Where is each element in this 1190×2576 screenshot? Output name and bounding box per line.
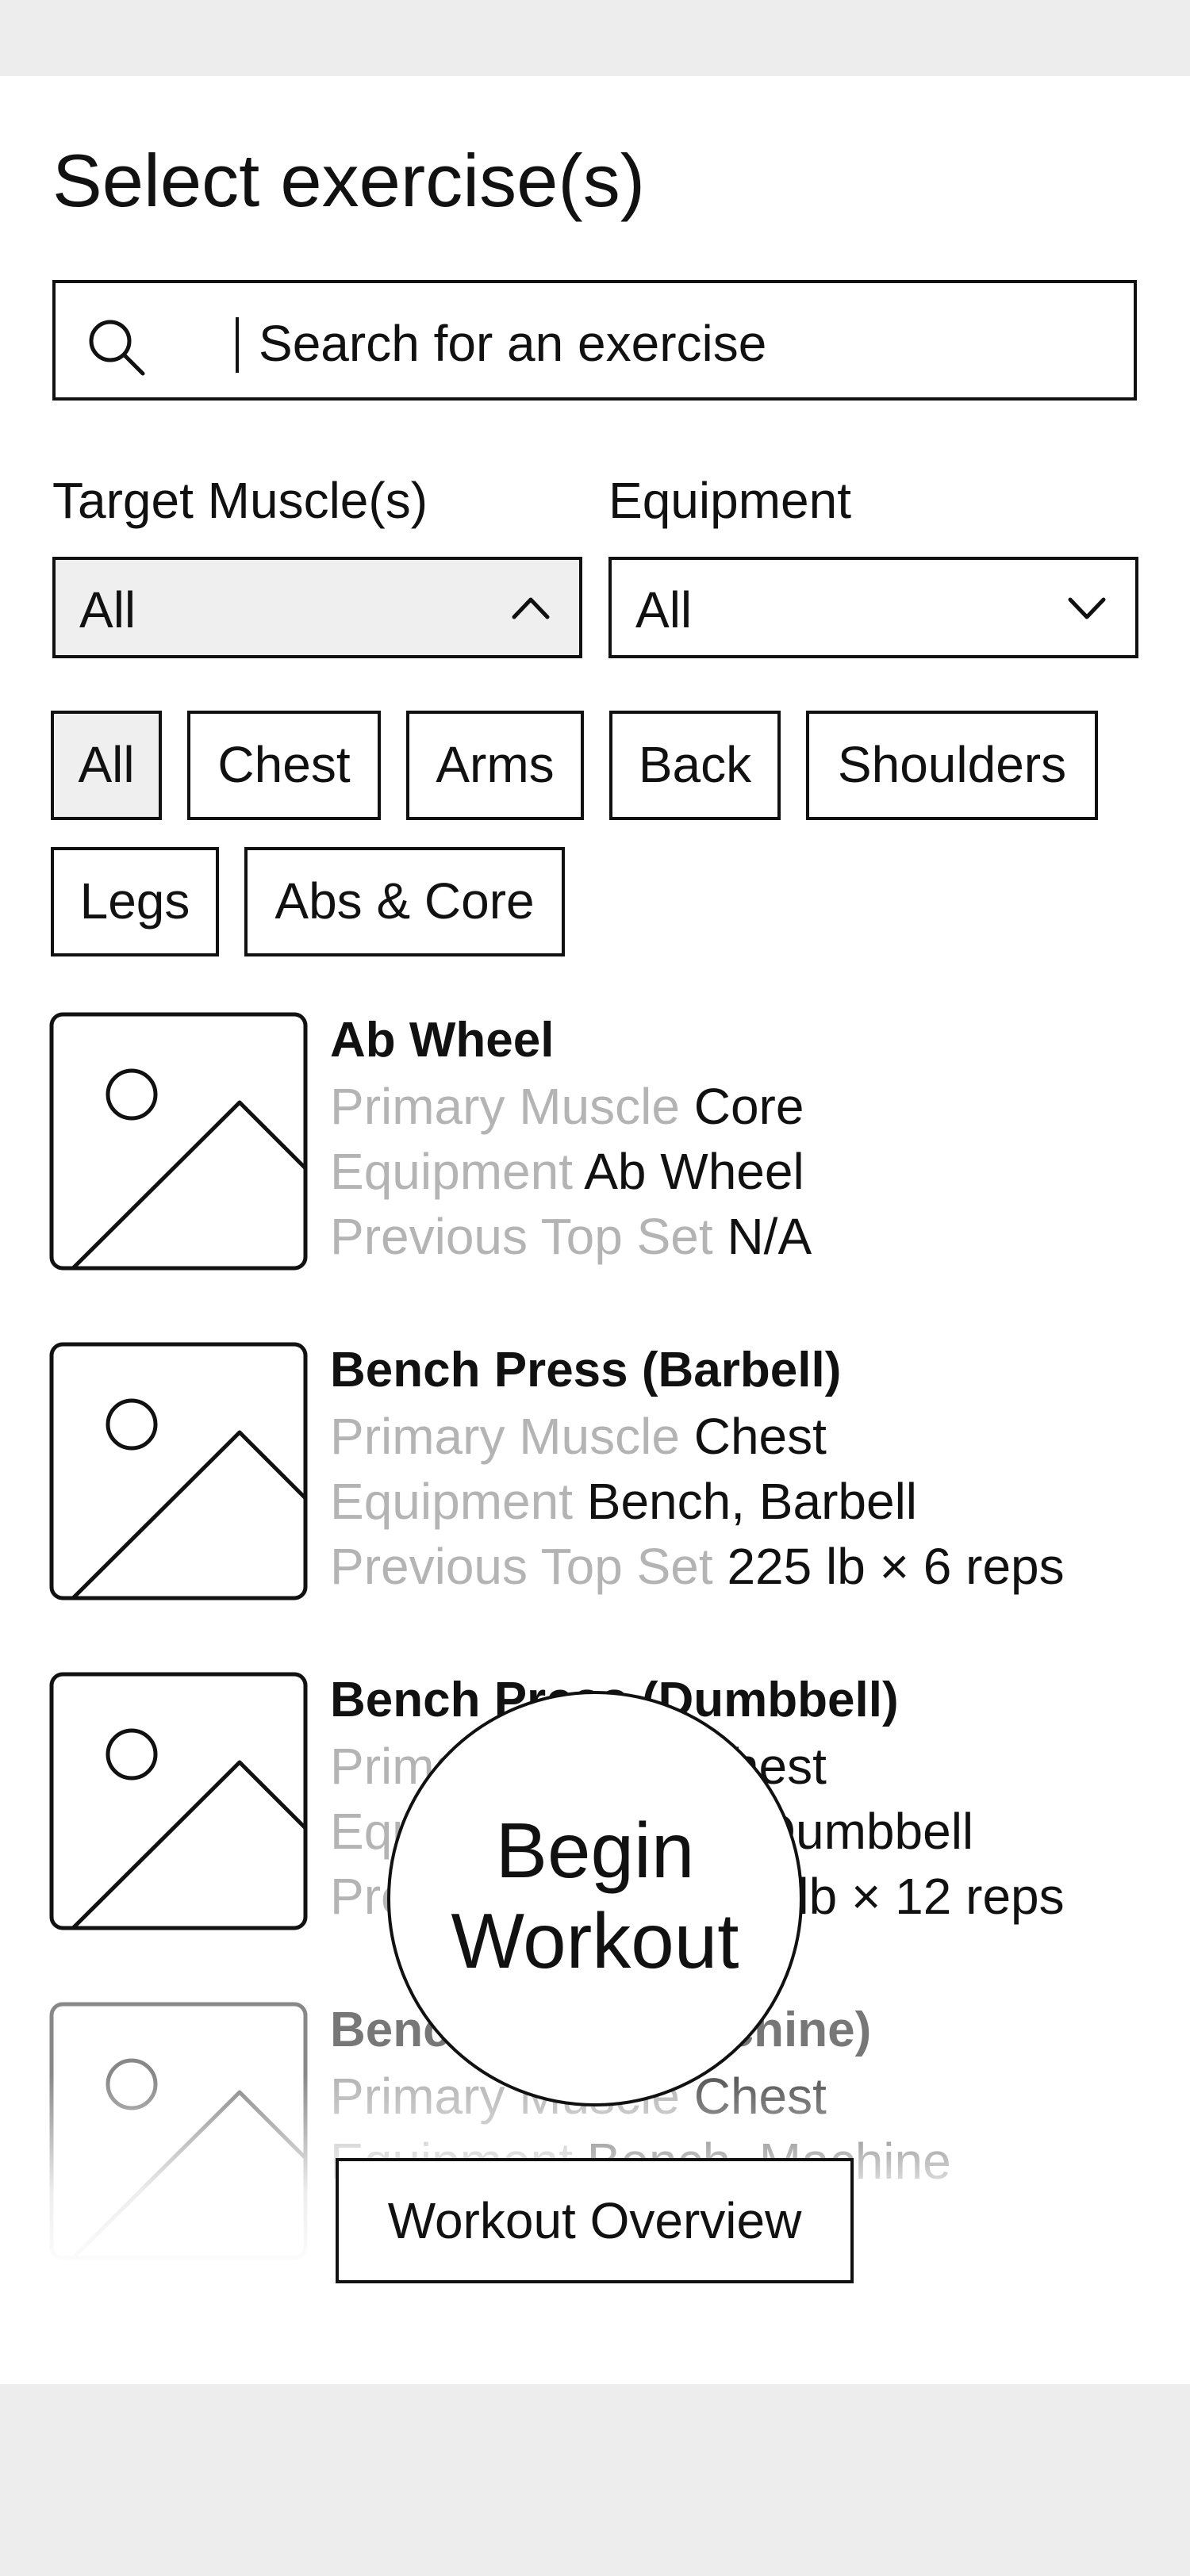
previous-top-set-value: 225 lb × 6 reps [727, 1538, 1065, 1595]
chevron-up-icon [512, 597, 550, 619]
previous-top-set-label: Previous Top Set [330, 1208, 713, 1265]
exercise-item-ab-wheel[interactable]: Ab Wheel Primary Muscle Core Equipment A… [49, 1012, 1144, 1274]
text-cursor [236, 317, 239, 373]
primary-muscle-row: Primary Muscle Chest [330, 1407, 827, 1466]
chip-back[interactable]: Back [609, 711, 781, 820]
image-placeholder-icon [49, 1012, 308, 1271]
equipment-row: Equipment Ab Wheel [330, 1142, 804, 1201]
primary-muscle-label: Primary Muscle [330, 1078, 680, 1135]
primary-muscle-label: Primary Muscle [330, 1408, 680, 1465]
target-muscle-select[interactable]: All [52, 557, 582, 658]
equipment-row-value: Bench, Barbell [586, 1473, 917, 1530]
chevron-down-icon [1068, 597, 1106, 619]
primary-muscle-value: Chest [693, 2068, 827, 2125]
previous-top-set-label: Previous Top Set [330, 1538, 713, 1595]
exercise-name: Ab Wheel [330, 1013, 555, 1068]
page-title: Select exercise(s) [52, 139, 645, 222]
exercise-select-screen: Select exercise(s) Target Muscle(s) Equi… [0, 76, 1190, 2384]
chip-shoulders[interactable]: Shoulders [806, 711, 1098, 820]
begin-workout-label-line2: Workout [451, 1897, 739, 1984]
equipment-row-label: Equipment [330, 1143, 573, 1200]
primary-muscle-value: Chest [693, 1408, 827, 1465]
equipment-select[interactable]: All [608, 557, 1138, 658]
search-box[interactable] [52, 280, 1137, 401]
chip-arms[interactable]: Arms [406, 711, 584, 820]
target-muscle-value: All [79, 581, 136, 638]
search-icon [89, 320, 145, 376]
primary-muscle-row: Primary Muscle Core [330, 1077, 804, 1136]
image-placeholder-icon [49, 2002, 308, 2260]
exercise-name: Bench Press (Barbell) [330, 1343, 842, 1397]
equipment-label: Equipment [608, 472, 851, 529]
image-placeholder-icon [49, 1342, 308, 1600]
equipment-row: Equipment Bench, Barbell [330, 1472, 917, 1531]
exercise-item-bench-press-barbell[interactable]: Bench Press (Barbell) Primary Muscle Che… [49, 1342, 1144, 1604]
workout-overview-button[interactable]: Workout Overview [336, 2158, 854, 2283]
previous-top-set-value: N/A [727, 1208, 812, 1265]
begin-workout-button[interactable]: Begin Workout [387, 1691, 803, 2106]
equipment-row-value: Ab Wheel [584, 1143, 804, 1200]
primary-muscle-value: Core [693, 1078, 804, 1135]
target-muscle-label: Target Muscle(s) [52, 472, 428, 529]
begin-workout-label-line1: Begin [495, 1807, 695, 1894]
chip-chest[interactable]: Chest [187, 711, 381, 820]
equipment-value: All [635, 581, 693, 638]
chip-all[interactable]: All [51, 711, 162, 820]
equipment-row-label: Equipment [330, 1473, 573, 1530]
chip-abs-core[interactable]: Abs & Core [244, 847, 565, 956]
previous-top-set-row: Previous Top Set N/A [330, 1207, 812, 1266]
search-input[interactable] [259, 307, 1100, 380]
chip-legs[interactable]: Legs [51, 847, 219, 956]
previous-top-set-row: Previous Top Set 225 lb × 6 reps [330, 1537, 1065, 1596]
image-placeholder-icon [49, 1672, 308, 1930]
